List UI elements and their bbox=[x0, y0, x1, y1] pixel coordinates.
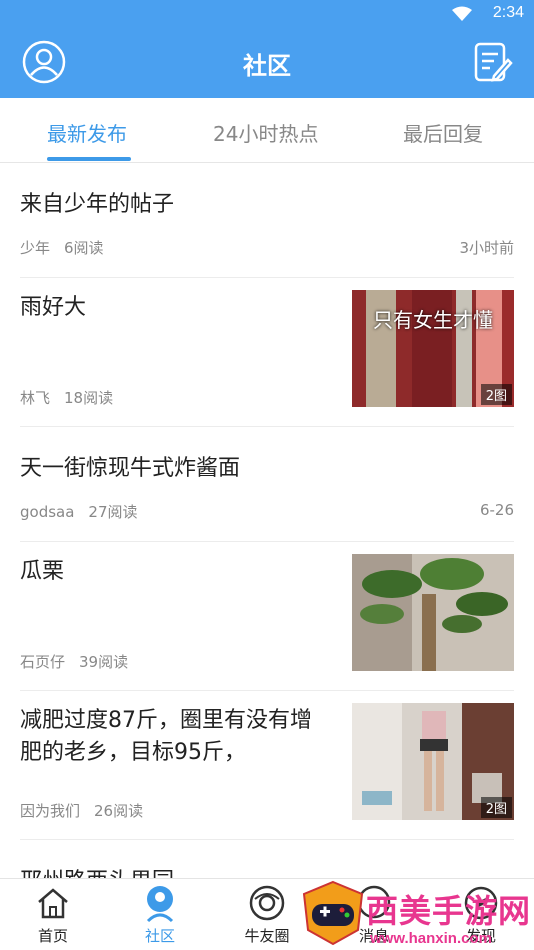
image-caption: 只有女生才懂 bbox=[373, 308, 493, 332]
wifi-icon bbox=[452, 6, 472, 21]
friends-circle-icon bbox=[249, 885, 285, 921]
status-icons bbox=[452, 6, 472, 22]
post-author: 林飞 bbox=[20, 389, 51, 407]
tab-last-reply[interactable]: 最后回复 bbox=[403, 118, 483, 147]
page-title: 社区 bbox=[243, 52, 291, 80]
post-title: 来自少年的帖子 bbox=[20, 192, 175, 217]
post-thumbnail[interactable]: 2图 bbox=[352, 703, 514, 820]
post-time: 3小时前 bbox=[459, 239, 514, 257]
post-meta: 林飞 18阅读 bbox=[20, 387, 127, 408]
post-reads: 26阅读 bbox=[94, 802, 144, 820]
home-icon bbox=[38, 888, 68, 919]
feed-tabs: 最新发布 24小时热点 最后回复 bbox=[0, 98, 534, 163]
tabbar-friends-circle[interactable]: 牛友圈 bbox=[232, 879, 302, 950]
post-reads: 39阅读 bbox=[79, 653, 129, 671]
post-title-line1: 减肥过度87斤，圈里有没有增 bbox=[20, 708, 312, 733]
post-author: 石页仔 bbox=[20, 653, 66, 671]
watermark-overlay: 西美手游网 www.hanxin.com bbox=[300, 880, 534, 949]
image-count-badge: 2图 bbox=[480, 384, 512, 405]
active-tab-indicator bbox=[47, 157, 131, 161]
post-time: 6-26 bbox=[479, 501, 514, 519]
post-thumbnail[interactable] bbox=[352, 554, 514, 671]
image-count-badge: 2图 bbox=[480, 797, 512, 818]
post-title: 雨好大 bbox=[20, 295, 87, 320]
status-bar: 2:34 bbox=[0, 0, 534, 28]
tabbar-label: 社区 bbox=[144, 927, 175, 945]
post-meta: 因为我们 26阅读 bbox=[20, 800, 157, 821]
post-title: 瓜栗 bbox=[20, 559, 65, 584]
compose-post-icon[interactable] bbox=[470, 40, 514, 84]
watermark-text: 西美手游网 bbox=[366, 892, 532, 930]
post-meta: godsaa 27阅读 bbox=[20, 501, 152, 522]
tabbar-community[interactable]: 社区 bbox=[125, 879, 195, 950]
post-item[interactable]: 来自少年的帖子 少年 6阅读 3小时前 bbox=[20, 163, 514, 278]
plant-image bbox=[352, 554, 514, 671]
community-icon bbox=[146, 886, 174, 923]
post-reads: 27阅读 bbox=[88, 503, 138, 521]
post-author: 少年 bbox=[20, 239, 51, 257]
post-item[interactable]: 瓜栗 石页仔 39阅读 bbox=[20, 542, 514, 691]
post-thumbnail[interactable]: 只有女生才懂 2图 bbox=[352, 290, 514, 407]
post-author: 因为我们 bbox=[20, 802, 81, 820]
post-title: 天一街惊现牛式炸酱面 bbox=[20, 456, 241, 481]
post-item[interactable]: 雨好大 林飞 18阅读 只有女生才懂 2图 bbox=[20, 278, 514, 427]
post-meta: 石页仔 39阅读 bbox=[20, 651, 142, 672]
tab-24h-hot[interactable]: 24小时热点 bbox=[213, 118, 318, 147]
post-title-line2: 肥的老乡，目标95斤， bbox=[20, 740, 246, 765]
post-item[interactable]: 减肥过度87斤，圈里有没有增 肥的老乡，目标95斤， 因为我们 26阅读 2图 bbox=[20, 691, 514, 840]
post-item[interactable]: 天一街惊现牛式炸酱面 godsaa 27阅读 6-26 bbox=[20, 427, 514, 542]
post-author: godsaa bbox=[20, 503, 75, 521]
app-header: 社区 bbox=[0, 28, 534, 98]
tabbar-label: 首页 bbox=[37, 927, 68, 945]
tabbar-home[interactable]: 首页 bbox=[18, 879, 88, 950]
post-item[interactable]: 邢州路西头男园 bbox=[20, 840, 514, 894]
post-reads: 6阅读 bbox=[64, 239, 104, 257]
gamepad-logo-icon bbox=[302, 880, 364, 946]
status-time: 2:34 bbox=[492, 4, 524, 21]
tabbar-label: 牛友圈 bbox=[244, 927, 290, 945]
tab-latest[interactable]: 最新发布 bbox=[47, 118, 127, 147]
post-reads: 18阅读 bbox=[64, 389, 114, 407]
post-meta: 少年 6阅读 bbox=[20, 237, 118, 258]
watermark-url: www.hanxin.com bbox=[370, 930, 492, 947]
